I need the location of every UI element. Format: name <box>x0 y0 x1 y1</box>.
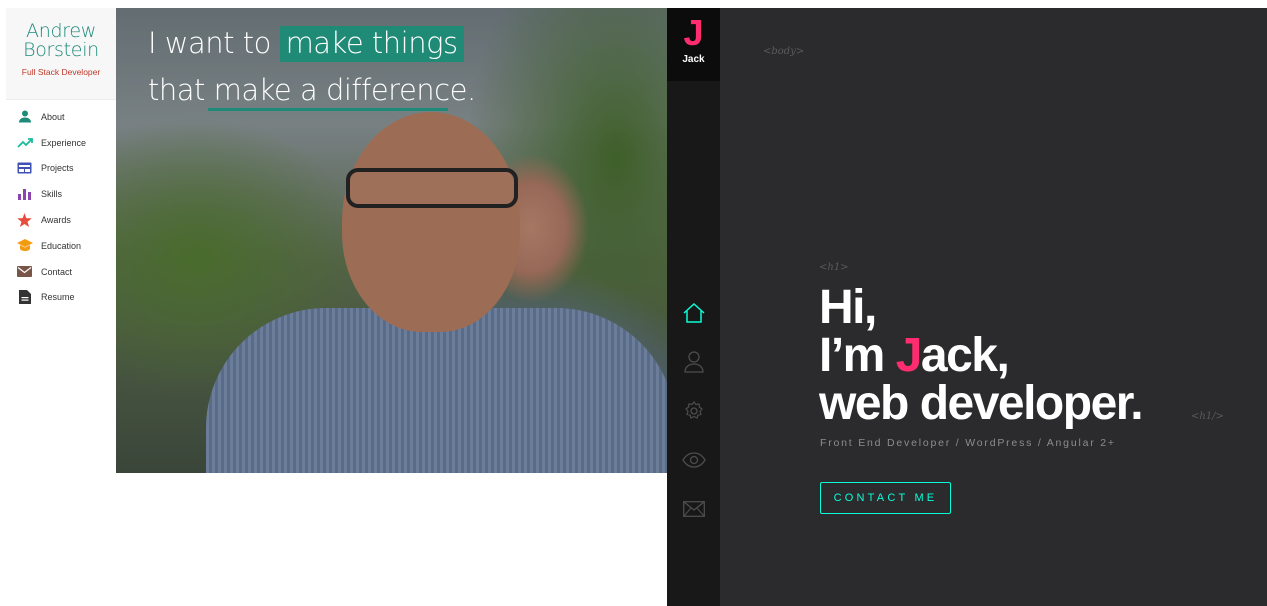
nav-label-awards: Awards <box>41 215 71 226</box>
bar-chart-icon <box>16 187 33 201</box>
mail-icon <box>16 265 33 279</box>
hero-greeting: Hi, I’m Jack, web developer. <box>819 281 1144 430</box>
nav-label-resume: Resume <box>41 292 75 303</box>
body-tag: <body> <box>763 46 805 57</box>
greeting-prefix: I’m <box>819 329 896 382</box>
greeting-line-1: Hi, <box>819 281 877 334</box>
greeting-suffix: ack, <box>920 329 1010 382</box>
nav-label-education: Education <box>41 240 82 251</box>
person-icon <box>16 110 33 124</box>
document-icon <box>16 290 33 305</box>
icon-nav <box>667 288 720 533</box>
side-nav: About Experience Projects Skills Awards <box>6 100 116 310</box>
hero-photo: I want to make things that make a differ… <box>116 8 667 473</box>
star-icon <box>16 213 33 228</box>
headline-highlight: make things <box>279 26 464 62</box>
icon-sidebar: J Jack <box>667 8 720 606</box>
headline-line-1: I want to make things <box>148 26 464 62</box>
nav-item-awards[interactable]: Awards <box>6 207 116 233</box>
greeting-highlight-j: J <box>895 329 923 382</box>
greeting-line-3: web developer. <box>819 377 1144 430</box>
nav-label-projects: Projects <box>41 163 74 174</box>
right-portfolio: J Jack <body> <h1> Hi, I’m Jack, web dev <box>667 8 1267 606</box>
trending-icon <box>16 136 33 150</box>
brand-name-last: Borstein <box>23 39 99 61</box>
nav-item-experience[interactable]: Experience <box>6 130 116 156</box>
user-icon[interactable] <box>667 337 720 386</box>
graduation-cap-icon <box>16 239 33 253</box>
nav-item-resume[interactable]: Resume <box>6 285 116 311</box>
headline-plain: I want to <box>148 26 271 60</box>
home-icon[interactable] <box>667 288 720 337</box>
h1-open-tag: <h1> <box>819 262 849 273</box>
left-sidebar: Andrew Borstein Full Stack Developer Abo… <box>6 8 116 473</box>
headline-underline <box>208 108 448 111</box>
nav-item-skills[interactable]: Skills <box>6 181 116 207</box>
nav-label-contact: Contact <box>41 266 73 277</box>
mail-icon[interactable] <box>667 484 720 533</box>
jack-logo[interactable]: J Jack <box>667 8 720 81</box>
nav-item-projects[interactable]: Projects <box>6 156 116 182</box>
role-subline: Front End Developer / WordPress / Angula… <box>820 437 1116 449</box>
settings-icon[interactable] <box>667 386 720 435</box>
nav-label-experience: Experience <box>41 137 87 148</box>
eye-icon[interactable] <box>667 435 720 484</box>
greeting-line-2: I’m Jack, <box>819 332 1142 380</box>
logo-name: Jack <box>682 54 705 65</box>
contact-me-button[interactable]: CONTACT ME <box>820 482 951 514</box>
nav-item-education[interactable]: Education <box>6 233 116 259</box>
brand-role: Full Stack Developer <box>21 67 101 77</box>
headline-line-2: that make a difference. <box>148 73 476 107</box>
logo-letter: J <box>680 15 703 51</box>
nav-item-contact[interactable]: Contact <box>6 259 116 285</box>
projects-icon <box>16 161 33 175</box>
nav-item-about[interactable]: About <box>6 104 116 130</box>
h1-close-tag: <h1/> <box>1191 411 1224 422</box>
nav-label-about: About <box>41 111 65 122</box>
brand-header: Andrew Borstein Full Stack Developer <box>6 8 116 100</box>
nav-label-skills: Skills <box>41 189 63 200</box>
